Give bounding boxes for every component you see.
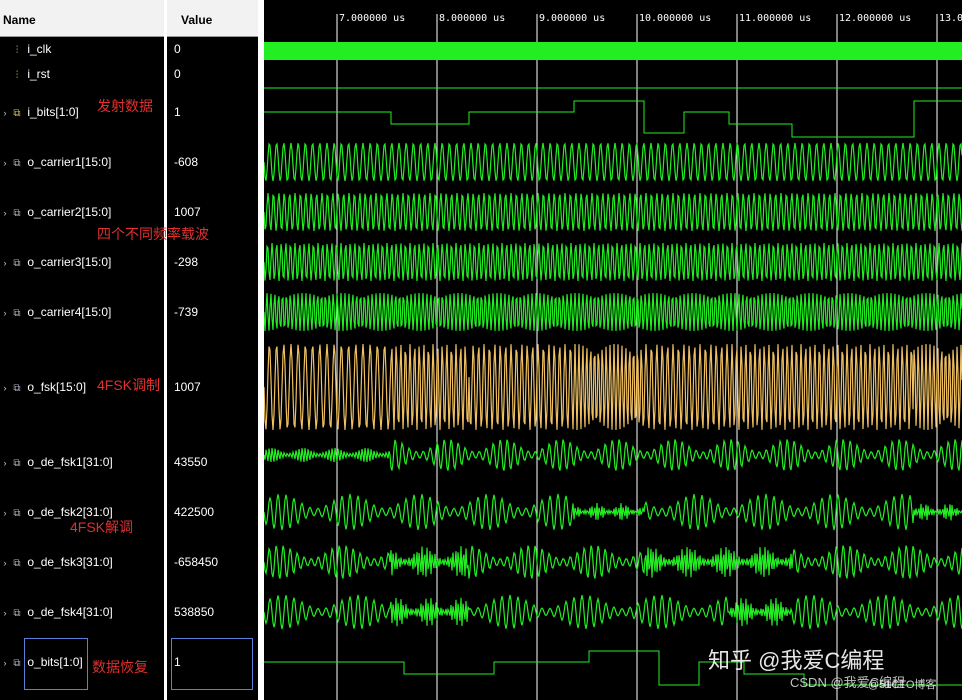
annotation-carriers: 四个不同频率载波 [97, 226, 209, 242]
name-column-header[interactable]: Name [0, 0, 164, 37]
time-tick-label: 11.000000 us [739, 13, 812, 24]
wave-o-de-fsk2 [264, 493, 962, 531]
signal-row-o-de-fsk4[interactable]: › ⧉ o_de_fsk4[31:0] [0, 605, 164, 619]
signal-name: o_carrier1[15:0] [27, 155, 112, 169]
value-column-header[interactable]: Value [167, 0, 258, 37]
bit-signal-icon: ⫶ [15, 70, 19, 81]
time-tick-label: 7.000000 us [339, 13, 406, 24]
wave-o-carrier3 [264, 242, 962, 282]
wave-o-carrier1 [264, 142, 962, 182]
expand-arrow-icon[interactable]: › [0, 508, 10, 518]
signal-name: o_de_fsk4[31:0] [27, 605, 113, 619]
time-tick-label: 9.000000 us [539, 13, 606, 24]
bus-signal-icon: ⧉ [13, 458, 21, 469]
signal-name: i_clk [27, 42, 52, 56]
signal-value: 1 [174, 655, 181, 669]
signal-row-o-de-fsk1[interactable]: › ⧉ o_de_fsk1[31:0] [0, 455, 164, 469]
signal-name: i_rst [27, 67, 51, 81]
signal-row-o-carrier3[interactable]: › ⧉ o_carrier3[15:0] [0, 255, 164, 269]
signal-row-o-carrier4[interactable]: › ⧉ o_carrier4[15:0] [0, 305, 164, 319]
bus-signal-icon: ⧉ [13, 558, 21, 569]
expand-arrow-icon[interactable]: › [0, 383, 10, 393]
expand-arrow-icon[interactable]: › [0, 658, 10, 668]
bus-signal-icon: ⧉ [13, 658, 21, 669]
signal-name: i_bits[1:0] [27, 105, 79, 119]
signal-value: 1 [174, 105, 181, 119]
bus-signal-icon: ⧉ [13, 383, 21, 394]
value-selection-box [171, 638, 253, 690]
signal-name: o_de_fsk3[31:0] [27, 555, 113, 569]
signal-name: o_fsk[15:0] [27, 380, 87, 394]
wave-o-de-fsk1 [264, 438, 962, 471]
bus-signal-icon: ⧉ [13, 258, 21, 269]
bus-signal-icon: ⧉ [13, 608, 21, 619]
expand-arrow-icon[interactable]: › [0, 208, 10, 218]
signal-value: 0 [174, 42, 181, 56]
expand-arrow-icon[interactable]: › [0, 108, 10, 118]
signal-name: o_carrier3[15:0] [27, 255, 112, 269]
expand-arrow-icon[interactable]: › [0, 158, 10, 168]
signal-name: o_de_fsk1[31:0] [27, 455, 113, 469]
bus-signal-icon: ⧉ [13, 508, 21, 519]
signal-row-o-carrier2[interactable]: › ⧉ o_carrier2[15:0] [0, 205, 164, 219]
annotation-recovery: 数据恢复 [92, 659, 148, 675]
zhihu-watermark: 知乎 @我爱C编程 [708, 648, 885, 673]
signal-name: o_carrier2[15:0] [27, 205, 112, 219]
signal-row-i-clk[interactable]: ⫶ i_clk [0, 42, 164, 56]
expand-arrow-icon[interactable]: › [0, 558, 10, 568]
signal-value: 1007 [174, 380, 201, 394]
wave-o-carrier4 [264, 292, 962, 332]
time-tick-label: 13.0 [939, 13, 962, 24]
signal-value: 0 [174, 67, 181, 81]
expand-arrow-icon[interactable]: › [0, 308, 10, 318]
signal-value: -658450 [174, 555, 219, 569]
signal-value: 538850 [174, 605, 215, 619]
time-tick-label: 8.000000 us [439, 13, 506, 24]
annotation-send-data: 发射数据 [97, 98, 153, 114]
wave-i-clk [264, 42, 962, 60]
signal-row-i-rst[interactable]: ⫶ i_rst [0, 67, 164, 81]
bus-signal-icon: ⧉ [13, 158, 21, 169]
annotation-demodulation: 4FSK解调 [70, 519, 134, 535]
bus-signal-icon: ⧉ [13, 108, 21, 119]
annotation-modulation: 4FSK调制 [97, 377, 161, 393]
signal-value: 422500 [174, 505, 215, 519]
time-tick-label: 10.000000 us [639, 13, 712, 24]
signal-value: -298 [174, 255, 199, 269]
bus-signal-icon: ⧉ [13, 308, 21, 319]
blog-watermark: @51CTO博客 [868, 679, 937, 691]
signal-value: -608 [174, 155, 199, 169]
signal-value: 43550 [174, 455, 208, 469]
wave-o-de-fsk4 [264, 594, 962, 630]
expand-arrow-icon[interactable]: › [0, 258, 10, 268]
expand-arrow-icon[interactable]: › [0, 608, 10, 618]
wave-i-bits [264, 100, 962, 138]
wave-o-carrier2 [264, 192, 962, 232]
signal-name: o_carrier4[15:0] [27, 305, 112, 319]
waveform-canvas[interactable] [264, 0, 962, 700]
bit-signal-icon: ⫶ [15, 45, 19, 56]
time-tick-label: 12.000000 us [839, 13, 912, 24]
expand-arrow-icon[interactable]: › [0, 458, 10, 468]
signal-row-o-carrier1[interactable]: › ⧉ o_carrier1[15:0] [0, 155, 164, 169]
wave-o-de-fsk3 [264, 545, 962, 579]
bus-signal-icon: ⧉ [13, 208, 21, 219]
wave-o-fsk [264, 343, 962, 431]
name-selection-box [24, 638, 88, 690]
signal-value: -739 [174, 305, 199, 319]
signal-value: 1007 [174, 205, 201, 219]
signal-row-o-de-fsk3[interactable]: › ⧉ o_de_fsk3[31:0] [0, 555, 164, 569]
